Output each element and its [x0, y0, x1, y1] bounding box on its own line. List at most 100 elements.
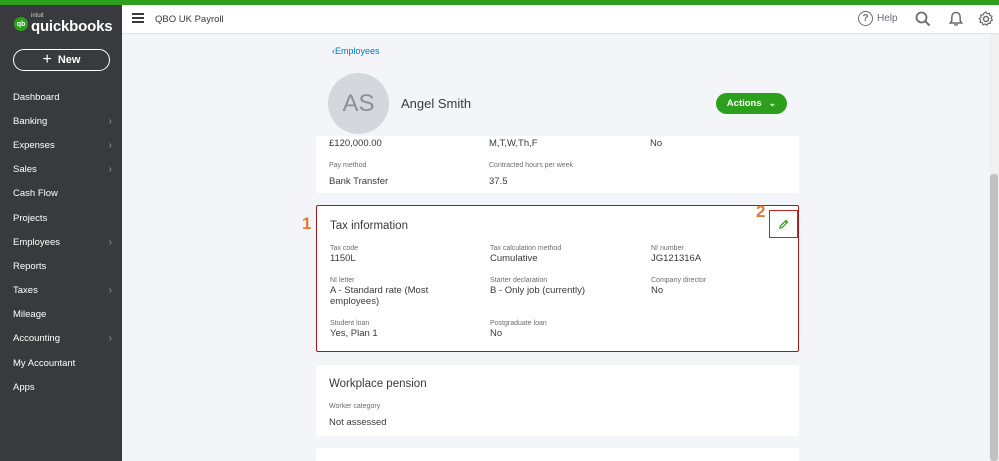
pay-method-value: Bank Transfer: [329, 176, 389, 187]
sidebar-item-label: Expenses: [13, 139, 55, 151]
starter-declaration-value: B - Only job (currently): [490, 285, 586, 296]
sidebar-item-employees[interactable]: Employees ›: [0, 230, 122, 254]
sidebar-item-reports[interactable]: Reports: [0, 254, 122, 278]
chevron-right-icon: ›: [108, 285, 112, 297]
student-loan-value: Yes, Plan 1: [330, 328, 378, 339]
ni-letter-value: A - Standard rate (Most employees): [330, 285, 429, 307]
scrollbar-thumb[interactable]: [990, 174, 998, 461]
qb-logo-icon: qb: [14, 17, 28, 31]
help-button[interactable]: ? Help: [858, 11, 898, 26]
new-button-label: New: [57, 54, 81, 66]
sidebar-item-apps[interactable]: Apps: [0, 375, 122, 399]
edit-tax-button[interactable]: [769, 210, 798, 238]
workplace-pension-title: Workplace pension: [329, 378, 427, 390]
tax-field-ni-number: NI number JG121316A: [651, 245, 701, 265]
sidebar-item-mileage[interactable]: Mileage: [0, 303, 122, 327]
chevron-right-icon: ›: [108, 139, 112, 151]
tax-information-card: Tax information Tax code 1150L Tax calcula…: [316, 205, 799, 352]
ni-letter-label: NI letter: [330, 277, 355, 284]
help-label: Help: [877, 13, 898, 24]
sidebar-item-projects[interactable]: Projects: [0, 206, 122, 230]
scrollbar[interactable]: [989, 34, 999, 461]
next-card: [316, 448, 799, 461]
sidebar-item-taxes[interactable]: Taxes ›: [0, 279, 122, 303]
cut-off-salary: £120,000.00: [329, 138, 382, 149]
chevron-right-icon: ›: [108, 164, 112, 176]
workplace-pension-card: Workplace pension Worker category Not as…: [316, 365, 799, 436]
tax-calculation-method-label: Tax calculation method: [490, 245, 562, 252]
worker-category-label: Worker category: [329, 403, 381, 410]
actions-label: Actions: [726, 98, 762, 109]
sidebar-nav: Dashboard Banking › Expenses › Sales › Cash Flo…: [0, 85, 122, 399]
tax-information-title: Tax information: [330, 220, 408, 232]
sidebar-item-label: Employees: [13, 236, 60, 248]
sidebar-item-banking[interactable]: Banking ›: [0, 109, 122, 133]
gear-icon[interactable]: [978, 11, 994, 27]
sidebar-item-label: Reports: [13, 260, 47, 272]
tax-field-tax-code: Tax code 1150L: [330, 245, 358, 265]
help-icon: ?: [858, 11, 873, 26]
sidebar-item-label: Banking: [13, 115, 48, 127]
bell-icon[interactable]: [948, 11, 964, 27]
worker-category-value: Not assessed: [329, 417, 387, 428]
hamburger-menu-icon[interactable]: [132, 13, 144, 23]
sidebar-item-sales[interactable]: Sales ›: [0, 158, 122, 182]
pencil-icon: [779, 219, 789, 229]
ni-number-value: JG121316A: [651, 253, 702, 264]
contracted-hours-label: Contracted hours per week: [489, 162, 574, 169]
sidebar-item-dashboard[interactable]: Dashboard: [0, 85, 122, 109]
company-name: QBO UK Payroll: [155, 14, 224, 25]
sidebar-item-label: Apps: [13, 381, 35, 393]
pay-method-label: Pay method: [329, 162, 367, 169]
employee-name: Angel Smith: [401, 96, 472, 111]
sidebar-item-accounting[interactable]: Accounting ›: [0, 327, 122, 351]
chevron-down-icon: ⌄: [768, 98, 777, 108]
chevron-right-icon: ›: [108, 115, 112, 127]
student-loan-label: Student loan: [330, 320, 370, 327]
new-button[interactable]: + New: [13, 49, 110, 71]
tax-code-label: Tax code: [330, 245, 359, 252]
cut-off-value: No: [650, 138, 663, 149]
tax-field-student-loan: Student loan Yes, Plan 1: [330, 320, 378, 340]
annotation-marker-2: 2: [756, 202, 766, 221]
quickbooks-wordmark: quickbooks: [31, 18, 113, 35]
sidebar-item-label: Projects: [13, 212, 48, 224]
top-header: QBO UK Payroll ? Help: [122, 5, 999, 34]
tax-field-starter-declaration: Starter declaration B - Only job (current…: [490, 277, 585, 297]
plus-icon: +: [42, 51, 52, 68]
sidebar-item-label: Taxes: [13, 285, 38, 297]
avatar: AS: [328, 73, 389, 134]
sidebar-item-label: Mileage: [13, 309, 47, 321]
sidebar-item-expenses[interactable]: Expenses ›: [0, 133, 122, 157]
pay-details-card: £120,000.00 M,T,W,Th,F No Pay method Ban…: [316, 136, 799, 193]
sidebar-item-label: Dashboard: [13, 91, 60, 103]
back-to-employees-link[interactable]: ‹Employees: [332, 46, 380, 56]
company-director-label: Company director: [651, 277, 707, 284]
annotation-marker-1: 1: [302, 214, 312, 233]
sidebar-item-label: My Accountant: [13, 357, 76, 369]
chevron-right-icon: ›: [108, 333, 112, 345]
tax-field-company-director: Company director No: [651, 277, 706, 297]
ni-number-label: NI number: [651, 245, 684, 252]
sidebar-item-label: Cash Flow: [13, 188, 58, 200]
tax-calculation-method-value: Cumulative: [490, 253, 538, 264]
sidebar-item-cash-flow[interactable]: Cash Flow: [0, 182, 122, 206]
contracted-hours-value: 37.5: [489, 176, 508, 187]
sidebar: qb intuit quickbooks + New Dashboard Bank…: [0, 5, 122, 461]
actions-button[interactable]: Actions ⌄: [716, 93, 787, 114]
cut-off-days: M,T,W,Th,F: [489, 138, 538, 149]
tax-field-ni-letter: NI letter A - Standard rate (Most employe…: [330, 277, 460, 308]
tax-field-postgraduate-loan: Postgraduate loan No: [490, 320, 547, 340]
chevron-right-icon: ›: [108, 236, 112, 248]
quickbooks-logo[interactable]: qb intuit quickbooks: [14, 13, 113, 35]
sidebar-item-label: Sales: [13, 164, 37, 176]
sidebar-item-my-accountant[interactable]: My Accountant: [0, 351, 122, 375]
tax-code-value: 1150L: [330, 253, 356, 264]
company-director-value: No: [651, 285, 664, 296]
postgraduate-loan-value: No: [490, 328, 503, 339]
starter-declaration-label: Starter declaration: [490, 277, 548, 284]
postgraduate-loan-label: Postgraduate loan: [490, 320, 547, 327]
sidebar-item-label: Accounting: [13, 333, 61, 345]
search-icon[interactable]: [915, 11, 931, 27]
tax-field-tax-calculation-method: Tax calculation method Cumulative: [490, 245, 561, 265]
